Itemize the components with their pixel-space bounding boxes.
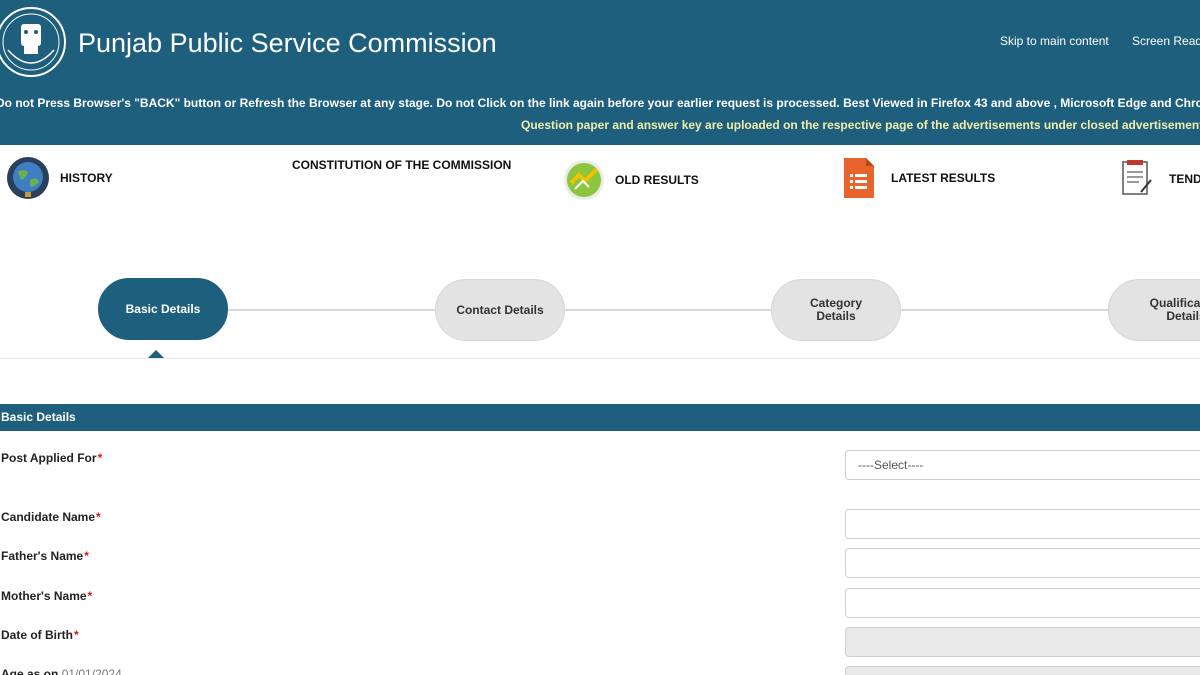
- post-applied-for-label: Post Applied For*: [1, 451, 102, 465]
- globe-icon: [7, 157, 49, 199]
- step-qualification-details[interactable]: Qualification Details: [1108, 279, 1200, 341]
- label-text: Date of Birth: [1, 628, 73, 642]
- step-contact-details[interactable]: Contact Details: [435, 279, 565, 341]
- label-text: Age as on: [1, 667, 59, 675]
- age-input[interactable]: [845, 666, 1200, 675]
- date-of-birth-input[interactable]: [845, 627, 1200, 657]
- label-text: Father's Name: [1, 549, 84, 563]
- mother-name-label: Mother's Name*: [1, 589, 92, 603]
- required-marker: *: [74, 628, 79, 642]
- candidate-name-label: Candidate Name*: [1, 510, 101, 524]
- required-marker: *: [97, 451, 103, 465]
- constitution-link[interactable]: CONSTITUTION OF THE COMMISSION: [292, 158, 511, 172]
- skip-to-main-content-link[interactable]: Skip to main content: [1000, 34, 1109, 48]
- screen-reader-link[interactable]: Screen Reader: [1132, 34, 1200, 48]
- mother-name-input[interactable]: [845, 588, 1200, 618]
- history-link[interactable]: HISTORY: [6, 156, 113, 200]
- required-marker: *: [84, 549, 89, 563]
- step-label: Basic Details: [125, 301, 201, 316]
- latest-results-link[interactable]: LATEST RESULTS: [842, 156, 995, 200]
- candidate-name-input[interactable]: [845, 509, 1200, 539]
- father-name-label: Father's Name*: [1, 549, 89, 563]
- select-value: ----Select----: [858, 458, 924, 472]
- latest-results-label: LATEST RESULTS: [891, 171, 996, 185]
- old-results-link[interactable]: OLD RESULTS: [563, 159, 699, 201]
- old-results-icon: [564, 160, 604, 200]
- required-marker: *: [87, 589, 93, 603]
- label-text: Mother's Name: [1, 589, 87, 603]
- step-label: Contact Details: [456, 302, 544, 317]
- label-text: Candidate Name: [1, 510, 96, 524]
- question-paper-notice: Question paper and answer key are upload…: [521, 118, 1200, 132]
- browser-notice: Do not Press Browser's "BACK" button or …: [0, 96, 1200, 110]
- step-category-details[interactable]: Category Details: [771, 279, 901, 341]
- old-results-label: OLD RESULTS: [615, 173, 699, 187]
- stepper-track: [160, 309, 1200, 311]
- site-title: Punjab Public Service Commission: [78, 28, 497, 58]
- punjab-emblem-logo: [0, 7, 66, 77]
- history-label: HISTORY: [60, 171, 113, 185]
- site-header: Punjab Public Service Commission Skip to…: [0, 0, 1200, 145]
- basic-details-section-header: Basic Details: [0, 404, 1200, 431]
- father-name-input[interactable]: [845, 548, 1200, 578]
- required-marker: *: [96, 510, 101, 524]
- tenders-label: TENDERS: [1169, 172, 1200, 186]
- document-list-icon: [844, 158, 874, 198]
- post-applied-for-select[interactable]: ----Select----: [845, 450, 1200, 480]
- constitution-label: CONSTITUTION OF THE COMMISSION: [292, 158, 512, 172]
- step-label: Category Details: [809, 296, 862, 323]
- label-text: Post Applied For: [1, 451, 97, 465]
- step-basic-details[interactable]: Basic Details: [98, 278, 228, 340]
- age-reference-date: 01/01/2024: [61, 667, 122, 675]
- tenders-link[interactable]: TENDERS: [1119, 158, 1200, 200]
- step-label: Qualification Details: [1149, 296, 1200, 323]
- stepper-divider: [0, 358, 1200, 359]
- date-of-birth-label: Date of Birth*: [1, 628, 79, 642]
- age-as-on-label: Age as on 01/01/2024: [1, 667, 122, 675]
- tender-document-icon: [1122, 160, 1152, 195]
